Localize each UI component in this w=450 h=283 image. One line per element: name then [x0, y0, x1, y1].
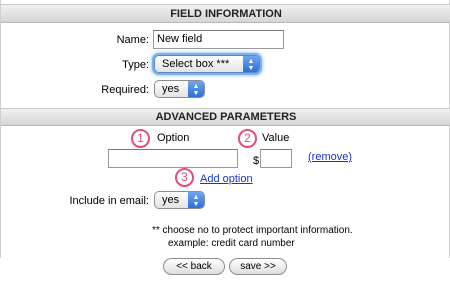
type-select[interactable]: Select box *** ▲ ▼: [154, 55, 260, 73]
currency-symbol: $: [253, 155, 260, 167]
value-input[interactable]: [260, 149, 292, 168]
back-button[interactable]: << back: [163, 258, 225, 275]
name-label: Name:: [116, 34, 149, 46]
required-select-value: yes: [162, 83, 180, 95]
type-label: Type:: [122, 59, 149, 71]
note-line-2: example: credit card number: [168, 238, 295, 249]
value-column-header: Value: [262, 132, 290, 144]
note-line-1: ** choose no to protect important inform…: [152, 225, 353, 236]
callout-3-icon: 3: [175, 168, 194, 187]
select-arrows-icon: ▲ ▼: [188, 81, 204, 97]
form-panel: FIELD INFORMATION Name: New field Type: …: [0, 0, 450, 258]
option-input[interactable]: [108, 149, 238, 168]
save-button[interactable]: save >>: [229, 258, 287, 275]
callout-1-icon: 1: [131, 129, 150, 148]
callout-2-icon: 2: [238, 129, 257, 148]
include-in-email-value: yes: [162, 194, 180, 206]
name-field[interactable]: New field: [153, 30, 284, 49]
field-information-header: FIELD INFORMATION: [1, 4, 450, 23]
advanced-parameters-header: ADVANCED PARAMETERS: [1, 108, 450, 126]
remove-option-link[interactable]: (remove): [308, 151, 352, 163]
select-arrows-icon: ▲ ▼: [243, 56, 259, 72]
required-label: Required:: [101, 84, 149, 96]
type-select-value: Select box ***: [162, 58, 230, 70]
select-arrows-icon: ▲ ▼: [188, 192, 204, 208]
add-option-link[interactable]: Add option: [200, 173, 253, 185]
option-column-header: Option: [157, 132, 190, 144]
include-in-email-label: Include in email:: [69, 195, 150, 207]
required-select[interactable]: yes ▲ ▼: [154, 80, 205, 98]
include-in-email-select[interactable]: yes ▲ ▼: [154, 191, 205, 209]
